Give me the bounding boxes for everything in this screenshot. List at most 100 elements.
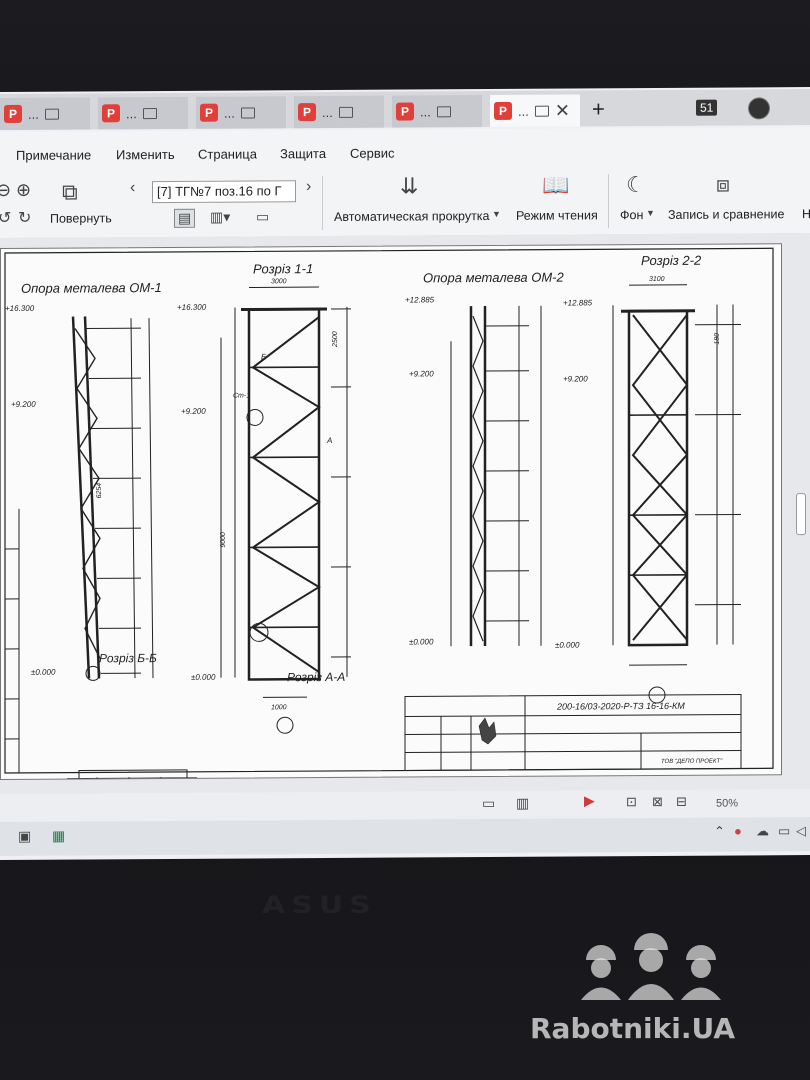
page-field[interactable]: [7] ТГ№7 поз.16 по Г [152,180,296,204]
level-mid-section-2-2: +9.200 [563,374,588,383]
tower-om1 [71,316,154,681]
label-member: Ст-1 [233,392,250,399]
rotate-page-icon[interactable]: ⧉ [62,180,78,206]
tab-label: ... [224,105,235,121]
taskbar-app-icon[interactable]: ▣ [18,828,31,845]
stamp-code: 200-16/03-2020-Р-ТЗ 16-16-КМ [556,701,685,712]
menu-service[interactable]: Сервис [350,146,395,161]
dimension-3100: 3100 [649,276,665,283]
level-top-section-1-1: +16.300 [177,303,207,312]
zoom-out-icon[interactable]: ⊟ [676,794,687,810]
document-area[interactable]: Опора металева ОМ-1 Розріз 1-1 Опора мет… [0,233,810,822]
tab-label: ... [322,104,333,120]
dimension-9000: 9000 [220,532,227,548]
level-mid-section-1-1: +9.200 [181,407,206,416]
laptop-screen: P ... P ... P ... P ... P ... P ... ✕ + … [0,87,810,860]
document-tab[interactable]: P ... [392,95,482,128]
two-page-icon[interactable]: ▥▾ [210,209,230,226]
pdf-app-icon: P [102,104,120,123]
monitor-icon [142,107,157,119]
next-page-icon[interactable]: › [306,178,311,196]
counter-badge: 51 [696,99,718,116]
new-tab-button[interactable]: + [592,96,605,122]
level-top-section-2-2: +12.885 [563,298,593,307]
rotate-right-icon[interactable]: ↻ [18,208,31,228]
menu-bar: Примечание Изменить Страница Защита Серв… [0,127,810,168]
level-mid-om1: +9.200 [11,400,36,409]
chevron-down-icon[interactable]: ▼ [646,208,655,218]
level-zero-om1: ±0.000 [31,668,56,677]
drawing-svg: Опора металева ОМ-1 Розріз 1-1 Опора мет… [4,247,774,820]
stamp-company: ТОВ "ДЕПО ПРОЕКТ" [661,759,723,765]
section-bb [67,769,197,808]
dimension-6254: 6254 [96,483,103,499]
level-zero-om2: ±0.000 [409,637,434,646]
menu-annotation[interactable]: Примечание [16,147,91,162]
zoom-level[interactable]: 50% [716,797,738,809]
close-tab-icon[interactable]: ✕ [555,100,570,121]
tab-label: ... [28,106,39,122]
zoom-in-icon[interactable]: ⊕ [16,180,31,201]
prev-page-icon[interactable]: ‹ [130,179,135,197]
dimension-1000: 1000 [271,704,287,711]
document-tab[interactable]: P ... [294,95,384,129]
tower-om2 [450,305,542,647]
cut-off-tool-label[interactable]: Н [802,207,810,221]
network-icon[interactable]: ▭ [778,823,790,839]
reading-mode-button[interactable]: Режим чтения [516,208,598,222]
document-tab[interactable]: P ... [0,97,90,130]
rotate-left-icon[interactable]: ↺ [0,208,11,228]
pdf-app-icon: P [200,103,218,122]
monitor-icon [240,106,255,119]
single-page-icon[interactable]: ▤ [174,208,196,228]
title-om2: Опора металева ОМ-2 [423,270,565,286]
toolbar: ⊖ ⊕ ↺ ↻ ⧉ Повернуть ‹ [7] ТГ№7 поз.16 по… [0,163,810,239]
continuous-page-icon[interactable]: ▭ [256,208,269,225]
moon-icon[interactable]: ☾ [626,172,646,198]
scrollbar-thumb[interactable] [796,493,806,536]
divider [608,174,609,229]
volume-icon[interactable]: ◁ [796,823,806,839]
pdf-app-icon: P [494,101,512,120]
active-document-tab[interactable]: P ... ✕ [490,94,580,128]
level-zero-section-1-1: ±0.000 [191,673,216,682]
document-tab[interactable]: P ... [98,96,188,130]
tab-label: ... [518,103,529,119]
background-button[interactable]: Фон [620,208,643,222]
dimension-3000: 3000 [271,278,287,285]
document-tab[interactable]: P ... [196,96,286,129]
monitor-icon [436,105,451,117]
two-page-icon[interactable]: ▥ [516,795,529,812]
zoom-out-icon[interactable]: ⊖ [0,180,11,201]
pdf-app-icon: P [4,104,22,123]
windows-taskbar: ▣ ▦ ⌃ ● ☁ ▭ ◁ [0,817,810,856]
record-compare-button[interactable]: Запись и сравнение [668,207,784,222]
chevron-down-icon[interactable]: ▼ [492,209,501,219]
tab-label: ... [420,103,431,119]
level-zero-section-2-2: ±0.000 [555,640,580,649]
tray-app-icon[interactable]: ● [734,823,742,838]
menu-protect[interactable]: Защита [280,146,326,161]
tray-chevron-icon[interactable]: ⌃ [714,824,725,840]
label-a: А [326,436,332,445]
level-top-om1: +16.300 [5,304,35,313]
menu-edit[interactable]: Изменить [116,147,175,162]
autoscroll-button[interactable]: Автоматическая прокрутка [334,209,490,224]
engineering-drawing: Опора металева ОМ-1 Розріз 1-1 Опора мет… [0,243,782,820]
laptop-brand-logo: ASUS [262,891,377,920]
single-page-icon[interactable]: ▭ [482,795,495,812]
divider [322,176,323,231]
fit-width-icon[interactable]: ⊡ [626,794,637,810]
cloud-icon[interactable]: ☁ [756,823,769,839]
menu-page[interactable]: Страница [198,146,257,161]
rotate-button[interactable]: Повернуть [50,211,112,225]
autoscroll-icon[interactable]: ⇊ [400,173,418,199]
compare-icon[interactable]: ⧈ [716,172,730,198]
play-icon[interactable]: ▶ [584,792,595,809]
avatar[interactable] [748,97,770,120]
reading-mode-icon[interactable]: 📖 [542,173,569,199]
level-mid-om2: +9.200 [409,369,434,378]
excel-icon[interactable]: ▦ [52,828,65,845]
fit-page-icon[interactable]: ⊠ [652,794,663,810]
dimension-180: 180 [714,333,721,345]
